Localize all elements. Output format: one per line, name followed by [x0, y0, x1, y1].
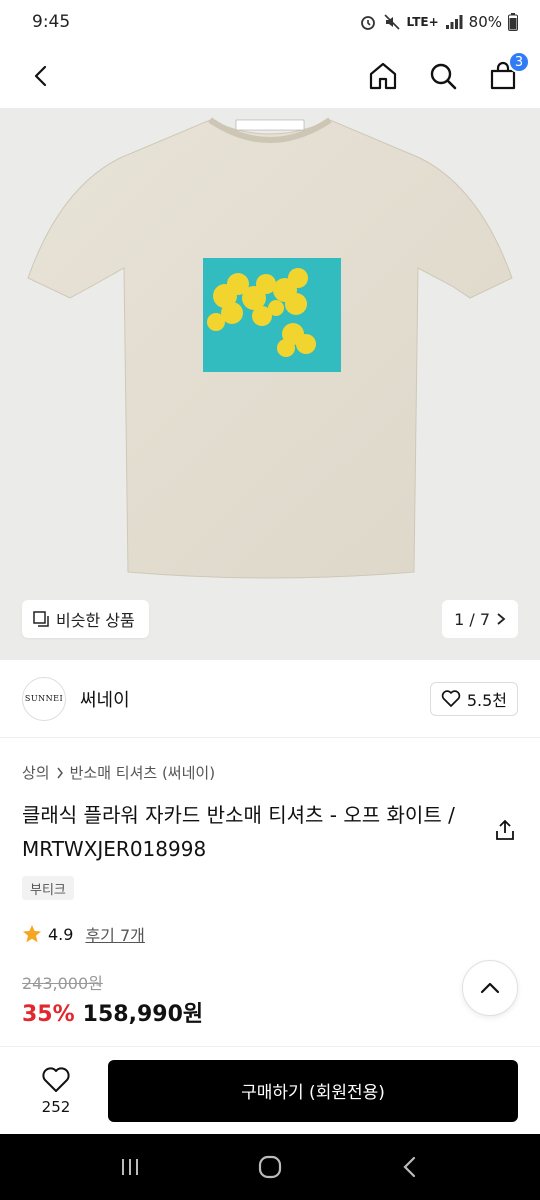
chevron-left-icon: [34, 65, 47, 87]
similar-products-label: 비슷한 상품: [56, 611, 135, 630]
wishlist-button[interactable]: 252: [22, 1066, 90, 1116]
reviews-link[interactable]: 후기 7개: [85, 922, 144, 946]
status-icons: LTE+ 80%: [359, 13, 518, 31]
brand-row[interactable]: SUNNEI 써네이 5.5천: [0, 660, 540, 738]
chevron-right-icon: [57, 767, 63, 778]
chevron-right-icon: [497, 613, 506, 625]
chevron-up-icon: [480, 982, 500, 994]
price-row: 35% 158,990원: [22, 996, 203, 1028]
system-nav-bar: [0, 1134, 540, 1200]
breadcrumb-subcategory[interactable]: 반소매 티셔츠 (써네이): [70, 762, 215, 783]
wishlist-count: 252: [41, 1097, 71, 1116]
share-icon: [496, 819, 514, 840]
scroll-to-top-button[interactable]: [462, 960, 518, 1016]
mute-icon: [383, 14, 400, 30]
tshirt-image: [27, 117, 513, 579]
recent-apps-icon[interactable]: [118, 1155, 142, 1179]
search-icon: [430, 63, 457, 90]
breadcrumb-category[interactable]: 상의: [22, 762, 50, 783]
sale-price: 158,990원: [82, 1002, 204, 1027]
header-actions: 3: [364, 51, 530, 95]
brand-name[interactable]: 써네이: [80, 686, 130, 712]
rating-row: 4.9 후기 7개: [22, 922, 145, 946]
original-price: 243,000원: [22, 974, 103, 993]
boutique-tag: 부티크: [22, 876, 74, 900]
similar-icon: [33, 611, 49, 627]
status-time: 9:45: [32, 12, 71, 32]
discount-rate: 35%: [22, 1002, 75, 1027]
star-icon: [23, 925, 41, 943]
search-button[interactable]: [424, 57, 462, 95]
product-image[interactable]: 비슷한 상품 1 / 7: [0, 108, 540, 660]
cart-button[interactable]: 3: [484, 51, 530, 95]
heart-icon: [441, 689, 461, 707]
brand-like-button[interactable]: 5.5천: [429, 681, 518, 716]
app-header: 3: [0, 44, 540, 108]
heart-icon: [42, 1066, 70, 1092]
bottom-action-bar: 252 구매하기 (회원전용): [0, 1046, 540, 1134]
back-button[interactable]: [22, 57, 60, 95]
brand-logo[interactable]: SUNNEI: [22, 676, 66, 721]
home-button[interactable]: [364, 57, 402, 95]
status-bar: 9:45 LTE+ 80%: [0, 0, 540, 44]
battery-percent: 80%: [468, 13, 502, 31]
breadcrumb: 상의 반소매 티셔츠 (써네이): [22, 762, 215, 783]
brand-like-count: 5.5천: [466, 690, 507, 710]
alarm-icon: [360, 16, 375, 30]
rating-value: 4.9: [48, 924, 74, 944]
buy-button[interactable]: 구매하기 (회원전용): [108, 1059, 518, 1122]
share-button[interactable]: [494, 818, 516, 846]
product-title: 클래식 플라워 자카드 반소매 티셔츠 - 오프 화이트 / MRTWXJER0…: [22, 803, 455, 861]
image-page-indicator[interactable]: 1 / 7: [442, 600, 518, 638]
signal-icon: [445, 15, 463, 29]
cart-count-badge: 3: [508, 51, 530, 73]
back-nav-icon[interactable]: [398, 1155, 422, 1179]
home-icon: [369, 62, 397, 90]
similar-products-button[interactable]: 비슷한 상품: [22, 600, 149, 638]
image-page-text: 1 / 7: [454, 609, 490, 629]
home-nav-icon[interactable]: [257, 1154, 283, 1180]
network-type: LTE+: [406, 15, 439, 29]
battery-icon: [508, 13, 518, 31]
